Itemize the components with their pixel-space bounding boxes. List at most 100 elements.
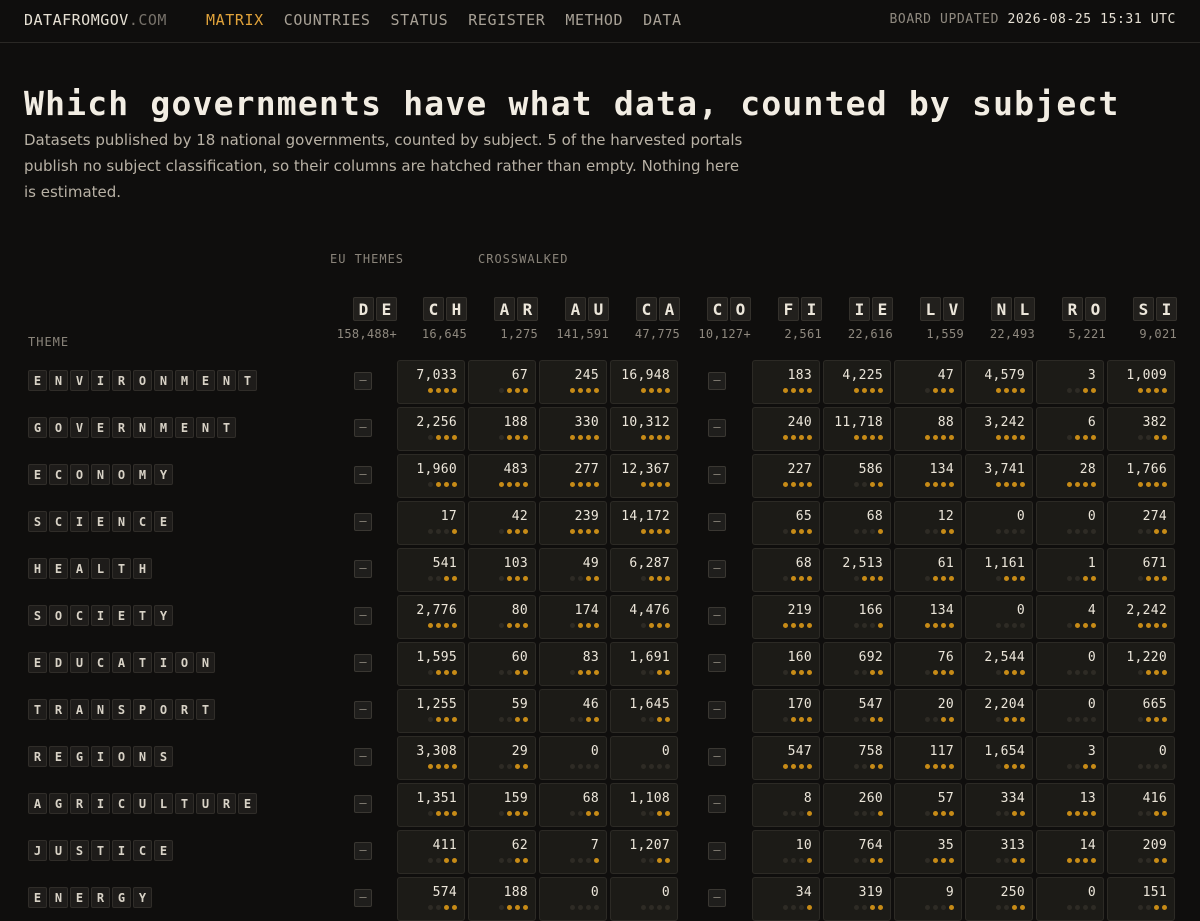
column-header-co[interactable]: CO — [685, 297, 751, 323]
hatched-cell[interactable]: — — [708, 701, 726, 719]
row-label-energy[interactable]: ENERGY — [28, 887, 152, 908]
nav-link-register[interactable]: REGISTER — [468, 11, 545, 29]
hatched-cell[interactable]: — — [354, 748, 372, 766]
matrix-cell[interactable]: 240 — [752, 407, 820, 451]
matrix-cell[interactable]: 7,033 — [397, 360, 465, 404]
matrix-cell[interactable]: 67 — [468, 360, 536, 404]
matrix-cell[interactable]: 586 — [823, 454, 891, 498]
matrix-cell[interactable]: 1,351 — [397, 783, 465, 827]
matrix-cell[interactable]: 7 — [539, 830, 607, 874]
matrix-cell[interactable]: 313 — [965, 830, 1033, 874]
column-header-ch[interactable]: CH — [401, 297, 467, 323]
matrix-cell[interactable]: 692 — [823, 642, 891, 686]
column-header-si[interactable]: SI — [1111, 297, 1177, 323]
matrix-cell[interactable]: 61 — [894, 548, 962, 592]
hatched-cell[interactable]: — — [708, 607, 726, 625]
row-label-regions[interactable]: REGIONS — [28, 746, 173, 767]
matrix-cell[interactable]: 1,161 — [965, 548, 1033, 592]
matrix-cell[interactable]: 65 — [752, 501, 820, 545]
matrix-cell[interactable]: 2,544 — [965, 642, 1033, 686]
matrix-cell[interactable]: 2,256 — [397, 407, 465, 451]
matrix-cell[interactable]: 16,948 — [610, 360, 678, 404]
matrix-cell[interactable]: 160 — [752, 642, 820, 686]
matrix-cell[interactable]: 3,308 — [397, 736, 465, 780]
matrix-cell[interactable]: 1 — [1036, 548, 1104, 592]
hatched-cell[interactable]: — — [708, 889, 726, 907]
matrix-cell[interactable]: 1,691 — [610, 642, 678, 686]
matrix-cell[interactable]: 1,654 — [965, 736, 1033, 780]
matrix-cell[interactable]: 227 — [752, 454, 820, 498]
matrix-cell[interactable]: 250 — [965, 877, 1033, 921]
matrix-cell[interactable]: 1,207 — [610, 830, 678, 874]
matrix-cell[interactable]: 665 — [1107, 689, 1175, 733]
nav-link-matrix[interactable]: MATRIX — [206, 11, 264, 29]
matrix-cell[interactable]: 134 — [894, 595, 962, 639]
matrix-cell[interactable]: 1,108 — [610, 783, 678, 827]
hatched-cell[interactable]: — — [354, 607, 372, 625]
matrix-cell[interactable]: 188 — [468, 407, 536, 451]
matrix-cell[interactable]: 245 — [539, 360, 607, 404]
matrix-cell[interactable]: 3,741 — [965, 454, 1033, 498]
matrix-cell[interactable]: 1,220 — [1107, 642, 1175, 686]
hatched-cell[interactable]: — — [708, 795, 726, 813]
matrix-cell[interactable]: 0 — [1036, 501, 1104, 545]
column-header-fi[interactable]: FI — [756, 297, 822, 323]
matrix-cell[interactable]: 183 — [752, 360, 820, 404]
matrix-cell[interactable]: 0 — [1036, 689, 1104, 733]
row-label-justice[interactable]: JUSTICE — [28, 840, 173, 861]
column-header-de[interactable]: DE — [331, 297, 397, 323]
column-header-ca[interactable]: CA — [614, 297, 680, 323]
matrix-cell[interactable]: 6 — [1036, 407, 1104, 451]
row-label-government[interactable]: GOVERNMENT — [28, 417, 236, 438]
brand-logo[interactable]: DATAFROMGOV.COM — [24, 11, 167, 29]
row-label-health[interactable]: HEALTH — [28, 558, 152, 579]
matrix-cell[interactable]: 80 — [468, 595, 536, 639]
matrix-cell[interactable]: 42 — [468, 501, 536, 545]
hatched-cell[interactable]: — — [354, 560, 372, 578]
matrix-cell[interactable]: 2,513 — [823, 548, 891, 592]
matrix-cell[interactable]: 12 — [894, 501, 962, 545]
matrix-cell[interactable]: 159 — [468, 783, 536, 827]
matrix-cell[interactable]: 1,009 — [1107, 360, 1175, 404]
nav-link-countries[interactable]: COUNTRIES — [284, 11, 371, 29]
row-label-agriculture[interactable]: AGRICULTURE — [28, 793, 257, 814]
hatched-cell[interactable]: — — [708, 842, 726, 860]
matrix-cell[interactable]: 166 — [823, 595, 891, 639]
hatched-cell[interactable]: — — [708, 560, 726, 578]
matrix-cell[interactable]: 4,579 — [965, 360, 1033, 404]
matrix-cell[interactable]: 88 — [894, 407, 962, 451]
row-label-environment[interactable]: ENVIRONMENT — [28, 370, 257, 391]
matrix-cell[interactable]: 13 — [1036, 783, 1104, 827]
matrix-cell[interactable]: 6,287 — [610, 548, 678, 592]
matrix-cell[interactable]: 4,476 — [610, 595, 678, 639]
matrix-cell[interactable]: 12,367 — [610, 454, 678, 498]
matrix-cell[interactable]: 330 — [539, 407, 607, 451]
matrix-cell[interactable]: 76 — [894, 642, 962, 686]
nav-link-status[interactable]: STATUS — [390, 11, 448, 29]
matrix-cell[interactable]: 334 — [965, 783, 1033, 827]
column-header-nl[interactable]: NL — [969, 297, 1035, 323]
hatched-cell[interactable]: — — [354, 372, 372, 390]
matrix-cell[interactable]: 68 — [539, 783, 607, 827]
matrix-cell[interactable]: 260 — [823, 783, 891, 827]
hatched-cell[interactable]: — — [708, 372, 726, 390]
matrix-cell[interactable]: 2,204 — [965, 689, 1033, 733]
matrix-cell[interactable]: 0 — [1107, 736, 1175, 780]
matrix-cell[interactable]: 10,312 — [610, 407, 678, 451]
matrix-cell[interactable]: 547 — [752, 736, 820, 780]
matrix-cell[interactable]: 382 — [1107, 407, 1175, 451]
matrix-cell[interactable]: 4 — [1036, 595, 1104, 639]
matrix-cell[interactable]: 68 — [752, 548, 820, 592]
matrix-cell[interactable]: 0 — [539, 877, 607, 921]
matrix-cell[interactable]: 671 — [1107, 548, 1175, 592]
matrix-cell[interactable]: 57 — [894, 783, 962, 827]
matrix-cell[interactable]: 758 — [823, 736, 891, 780]
matrix-cell[interactable]: 0 — [610, 736, 678, 780]
matrix-cell[interactable]: 49 — [539, 548, 607, 592]
hatched-cell[interactable]: — — [354, 513, 372, 531]
matrix-cell[interactable]: 59 — [468, 689, 536, 733]
matrix-cell[interactable]: 0 — [1036, 877, 1104, 921]
matrix-cell[interactable]: 35 — [894, 830, 962, 874]
matrix-cell[interactable]: 0 — [965, 501, 1033, 545]
matrix-cell[interactable]: 34 — [752, 877, 820, 921]
